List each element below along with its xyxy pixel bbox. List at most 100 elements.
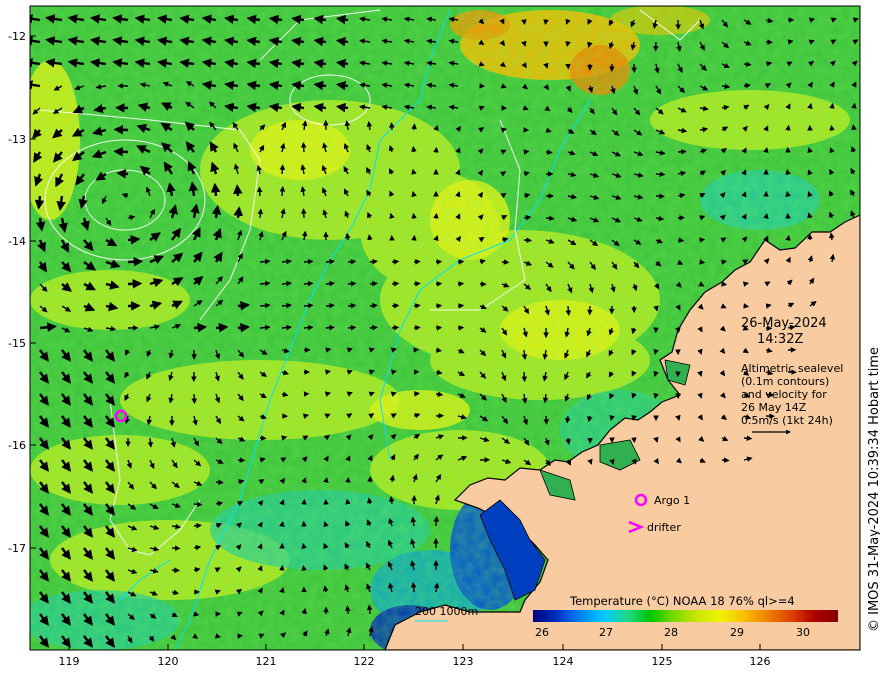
velocity-arrow: [829, 102, 835, 109]
velocity-arrow: [303, 280, 314, 287]
lat-tick-label: -15: [8, 337, 26, 350]
lon-tick-label: 122: [354, 655, 375, 668]
velocity-arrow: [313, 102, 327, 113]
velocity-arrow: [323, 477, 329, 484]
velocity-arrow: [246, 58, 261, 69]
velocity-arrow: [210, 182, 221, 197]
velocity-arrow: [325, 347, 332, 353]
velocity-arrow: [215, 479, 224, 485]
velocity-arrow: [787, 39, 794, 45]
velocity-arrow: [335, 102, 349, 113]
velocity-arrow: [237, 322, 251, 333]
velocity-arrow: [291, 102, 305, 113]
velocity-arrow: [742, 281, 749, 287]
velocity-arrow: [347, 324, 357, 331]
velocity-arrow: [325, 258, 336, 265]
velocity-arrow: [523, 237, 533, 243]
velocity-arrow: [325, 302, 336, 309]
velocity-arrow: [303, 302, 314, 309]
velocity-arrow: [369, 280, 378, 287]
velocity-arrow: [653, 348, 659, 355]
legend-line: (0.1m contours): [741, 375, 829, 388]
colorbar-title: Temperature (°C) NOAA 18 76% ql>=4: [569, 594, 795, 608]
velocity-arrow: [851, 102, 857, 109]
legend-line: 26 May 14Z: [741, 401, 807, 414]
velocity-arrow: [127, 234, 141, 245]
velocity-arrow: [191, 393, 198, 405]
velocity-arrow: [279, 520, 285, 528]
velocity-arrow: [259, 302, 271, 309]
velocity-arrow: [268, 80, 283, 91]
velocity-arrow: [721, 83, 731, 90]
velocity-arrow: [39, 322, 57, 333]
velocity-arrow: [301, 564, 307, 572]
velocity-arrow: [675, 414, 681, 421]
velocity-arrow: [324, 391, 331, 397]
velocity-arrow: [391, 325, 400, 331]
velocity-arrow: [435, 281, 443, 287]
velocity-arrow: [564, 415, 571, 424]
velocity-arrow: [543, 19, 549, 26]
velocity-arrow: [237, 457, 246, 463]
velocity-arrow: [765, 61, 773, 67]
velocity-arrow: [302, 413, 309, 419]
velocity-arrow: [268, 14, 283, 25]
velocity-arrow: [281, 258, 293, 265]
velocity-arrow: [268, 102, 283, 113]
colorbar-tick-label: 28: [664, 626, 678, 639]
colorbar-bar: [533, 610, 838, 622]
velocity-arrow: [699, 237, 706, 243]
velocity-arrow: [259, 324, 271, 331]
velocity-arrow: [785, 124, 791, 131]
velocity-arrow: [743, 61, 752, 68]
lon-tick-label: 124: [553, 655, 574, 668]
velocity-arrow: [237, 300, 251, 311]
velocity-arrow: [335, 80, 349, 91]
velocity-arrow: [631, 414, 637, 422]
velocity-arrow: [34, 195, 45, 210]
velocity-arrow: [116, 169, 129, 179]
velocity-arrow: [127, 256, 144, 267]
velocity-arrow: [279, 185, 286, 197]
legend-line: and velocity for: [741, 388, 827, 401]
velocity-arrow: [785, 234, 791, 241]
velocity-arrow: [291, 36, 305, 47]
velocity-arrow: [259, 258, 271, 265]
velocity-arrow: [433, 146, 439, 153]
velocity-arrow: [413, 303, 421, 309]
velocity-arrow: [785, 169, 791, 176]
velocity-arrow: [765, 303, 772, 309]
velocity-arrow: [301, 543, 307, 550]
velocity-arrow: [389, 122, 395, 131]
velocity-arrow: [435, 347, 443, 353]
velocity-arrow: [653, 305, 659, 312]
lon-tick-label: 119: [59, 655, 80, 668]
time-label: 14:32Z: [757, 332, 803, 347]
lon-tick-label: 125: [652, 655, 673, 668]
argo-legend-label: Argo 1: [654, 494, 690, 507]
velocity-arrow: [113, 146, 129, 157]
isobath-legend-label: 200 1000m: [415, 605, 478, 618]
velocity-arrow: [369, 324, 378, 331]
velocity-arrow: [246, 36, 261, 47]
velocity-arrow: [268, 58, 283, 69]
velocity-arrow: [457, 325, 465, 331]
map-field: [30, 6, 860, 650]
velocity-arrow: [215, 322, 229, 333]
velocity-arrow: [523, 149, 530, 155]
velocity-arrow: [677, 237, 685, 243]
velocity-arrow: [435, 325, 443, 331]
velocity-arrow: [325, 280, 336, 287]
velocity-arrow: [828, 232, 835, 241]
velocity-arrow: [829, 124, 835, 131]
velocity-arrow: [193, 501, 203, 508]
date-label: 26-May-2024: [741, 316, 827, 331]
velocity-arrow: [147, 437, 154, 448]
lat-tick-label: -12: [8, 30, 26, 43]
colorbar-tick-label: 26: [535, 626, 549, 639]
velocity-arrow: [344, 605, 351, 615]
velocity-arrow: [313, 80, 327, 91]
lon-tick-label: 120: [158, 655, 179, 668]
lon-tick-label: 121: [256, 655, 277, 668]
velocity-arrow: [545, 215, 555, 222]
